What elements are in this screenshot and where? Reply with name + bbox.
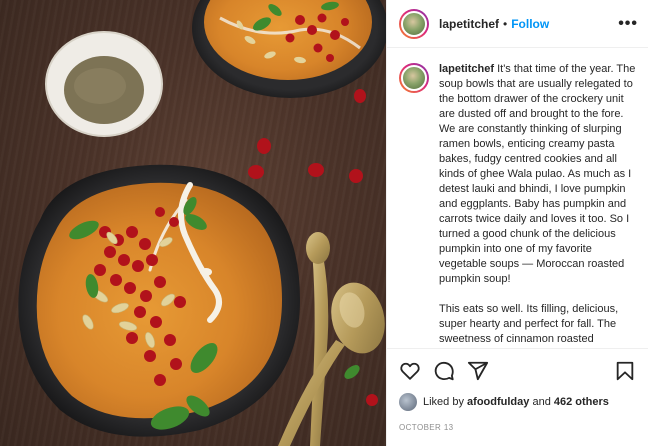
author-username[interactable]: lapetitchef xyxy=(439,17,499,31)
share-icon[interactable] xyxy=(467,360,489,382)
likes-middle: and xyxy=(532,396,551,408)
bookmark-icon[interactable] xyxy=(614,360,636,382)
likes-summary: Liked by afoodfulday and 462 others xyxy=(399,393,636,411)
soup-photo-illustration xyxy=(18,0,386,446)
top-soup-bowl xyxy=(192,0,386,98)
caption-body: It's that time of the year. The soup bow… xyxy=(439,63,636,345)
likes-count[interactable]: 462 others xyxy=(554,396,609,408)
comment-icon[interactable] xyxy=(433,360,455,382)
instagram-post: lapetitchef • Follow ••• lapetitchef It'… xyxy=(0,0,648,446)
post-header: lapetitchef • Follow ••• xyxy=(387,0,648,48)
follow-button[interactable]: Follow xyxy=(511,17,549,31)
author-avatar[interactable] xyxy=(399,8,429,39)
caption-username[interactable]: lapetitchef xyxy=(439,63,494,75)
more-options-icon[interactable]: ••• xyxy=(618,15,638,33)
separator-dot: • xyxy=(503,16,508,31)
liker-avatar[interactable] xyxy=(399,393,417,411)
main-soup-bowl xyxy=(18,164,300,437)
caption-avatar[interactable] xyxy=(399,63,429,93)
liker-username[interactable]: afoodfulday xyxy=(467,396,529,408)
post-date[interactable]: OCTOBER 13 xyxy=(399,423,636,432)
likes-prefix: Liked by xyxy=(423,396,464,408)
caption-text: lapetitchef It's that time of the year. … xyxy=(439,62,636,348)
post-photo[interactable] xyxy=(0,0,386,446)
action-bar: Liked by afoodfulday and 462 others OCTO… xyxy=(387,348,648,446)
post-side-panel: lapetitchef • Follow ••• lapetitchef It'… xyxy=(386,0,648,446)
action-icons xyxy=(399,359,636,383)
spice-bowl xyxy=(45,31,163,137)
caption-section: lapetitchef It's that time of the year. … xyxy=(387,48,648,348)
heart-icon[interactable] xyxy=(399,360,421,382)
